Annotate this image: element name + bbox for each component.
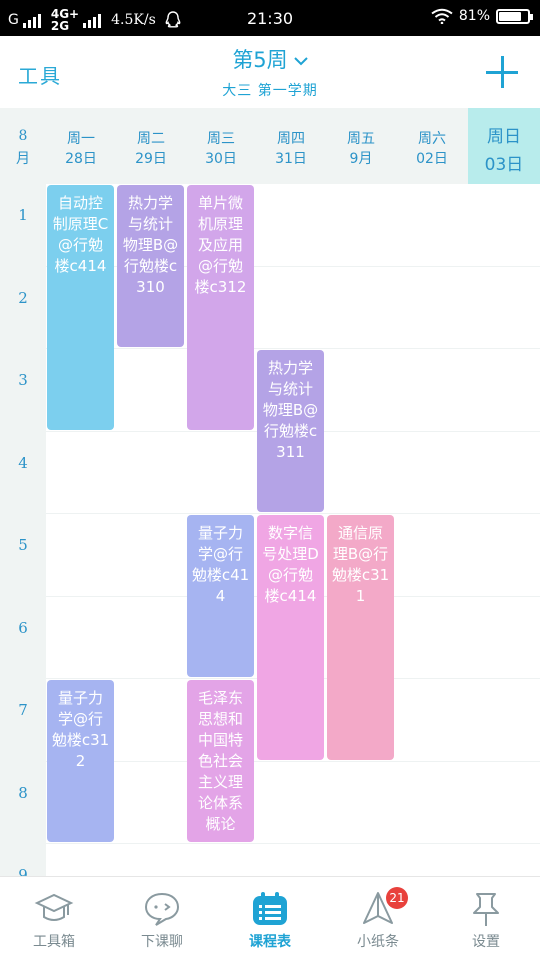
status-right: 81% [431,8,533,24]
period-number: 9 [18,866,28,876]
day-date: 31日 [275,151,307,167]
period-number: 8 [18,783,28,802]
add-course-button[interactable] [486,56,518,88]
course-block[interactable]: 毛泽东思想和中国特色社会主义理论体系概论 [187,680,254,842]
day-date: 29日 [135,151,167,167]
day-name: 周六 [418,131,446,147]
period-number: 6 [18,618,28,637]
nav-label: 下课聊 [141,934,183,950]
month-label: 8 月 [0,108,46,184]
month-number: 8 [18,128,28,144]
course-block[interactable]: 热力学与统计物理B@行勉楼c310 [117,185,184,347]
period-number: 5 [18,536,28,554]
day-name: 周日 [487,127,521,147]
day-name: 周五 [347,131,375,147]
wifi-icon [431,8,453,24]
day-column-header: 周三 30日 [186,108,256,184]
day-column-header: 周一 28日 [46,108,116,184]
nav-label: 设置 [472,934,500,950]
course-block[interactable]: 自动控制原理C@行勉楼c414 [47,185,114,430]
nav-item-3[interactable]: 小纸条 21 [324,877,432,961]
day-column-header: 周四 31日 [256,108,326,184]
day-header-row: 8 月 周一 28日 周二 29日 周三 30日 周四 31日 周五 9月 周六 02日 周日 03日 [0,108,540,184]
nav-item-0[interactable]: 工具箱 [0,877,108,961]
course-block[interactable]: 单片微机原理及应用@行勉楼c312 [187,185,254,430]
day-name: 周二 [137,131,165,147]
status-bar: G 4G+ 2G 4.5K/s 21:30 81% [0,0,540,36]
day-column-header: 周五 9月 [326,108,396,184]
term-label: 大三 第一学期 [222,83,318,99]
grid-divider [46,843,540,844]
week-selector[interactable]: 第5周 [0,44,540,74]
nav-item-4[interactable]: 设置 [432,877,540,961]
pin-icon [466,889,506,929]
battery-icon [496,8,533,24]
day-name: 周三 [207,131,235,147]
period-number: 1 [18,206,28,224]
nav-label: 课程表 [249,934,291,950]
nav-label: 工具箱 [33,934,75,950]
nav-label: 小纸条 [357,934,399,950]
chevron-down-icon [293,57,308,66]
schedule-icon [250,889,290,929]
nav-item-1[interactable]: 下课聊 [108,877,216,961]
day-name: 周一 [67,131,95,147]
day-column-header: 周六 02日 [396,108,468,184]
grid-divider [46,348,540,349]
day-date: 9月 [349,151,373,167]
period-column: 1 2 3 4 5 6 7 8 9 [0,184,46,876]
course-block[interactable]: 量子力学@行勉楼c312 [47,680,114,842]
day-date: 03日 [484,155,524,175]
bottom-navigation: 工具箱 下课聊 课程表 小纸条 21 设置 [0,876,540,960]
course-block[interactable]: 量子力学@行勉楼c414 [187,515,254,677]
day-date: 30日 [205,151,237,167]
period-number: 4 [18,453,28,472]
graduation-cap-icon [34,889,74,929]
app-header: 工具 第5周 大三 第一学期 [0,36,540,108]
timetable-grid: 123456789 自动控制原理C@行勉楼c414 热力学与统计物理B@行勉楼c3… [0,184,540,876]
period-number: 2 [18,288,28,307]
week-title: 第5周 [232,48,288,72]
day-date: 02日 [416,151,448,167]
period-number: 7 [18,701,28,719]
period-number: 3 [18,371,28,389]
course-block[interactable]: 通信原理B@行勉楼c311 [327,515,394,760]
course-block[interactable]: 热力学与统计物理B@行勉楼c311 [257,350,324,512]
nav-item-2[interactable]: 课程表 [216,877,324,961]
day-column-header-today: 周日 03日 [468,108,540,184]
day-column-header: 周二 29日 [116,108,186,184]
month-unit: 月 [16,151,30,167]
chat-bubble-icon [142,889,182,929]
day-date: 28日 [65,151,97,167]
battery-percent: 81% [458,8,490,24]
day-name: 周四 [277,131,305,147]
grid-divider [46,760,540,762]
notification-badge: 21 [386,887,408,909]
grid-divider [46,513,540,514]
course-block[interactable]: 数字信号处理D@行勉楼c414 [257,515,324,760]
